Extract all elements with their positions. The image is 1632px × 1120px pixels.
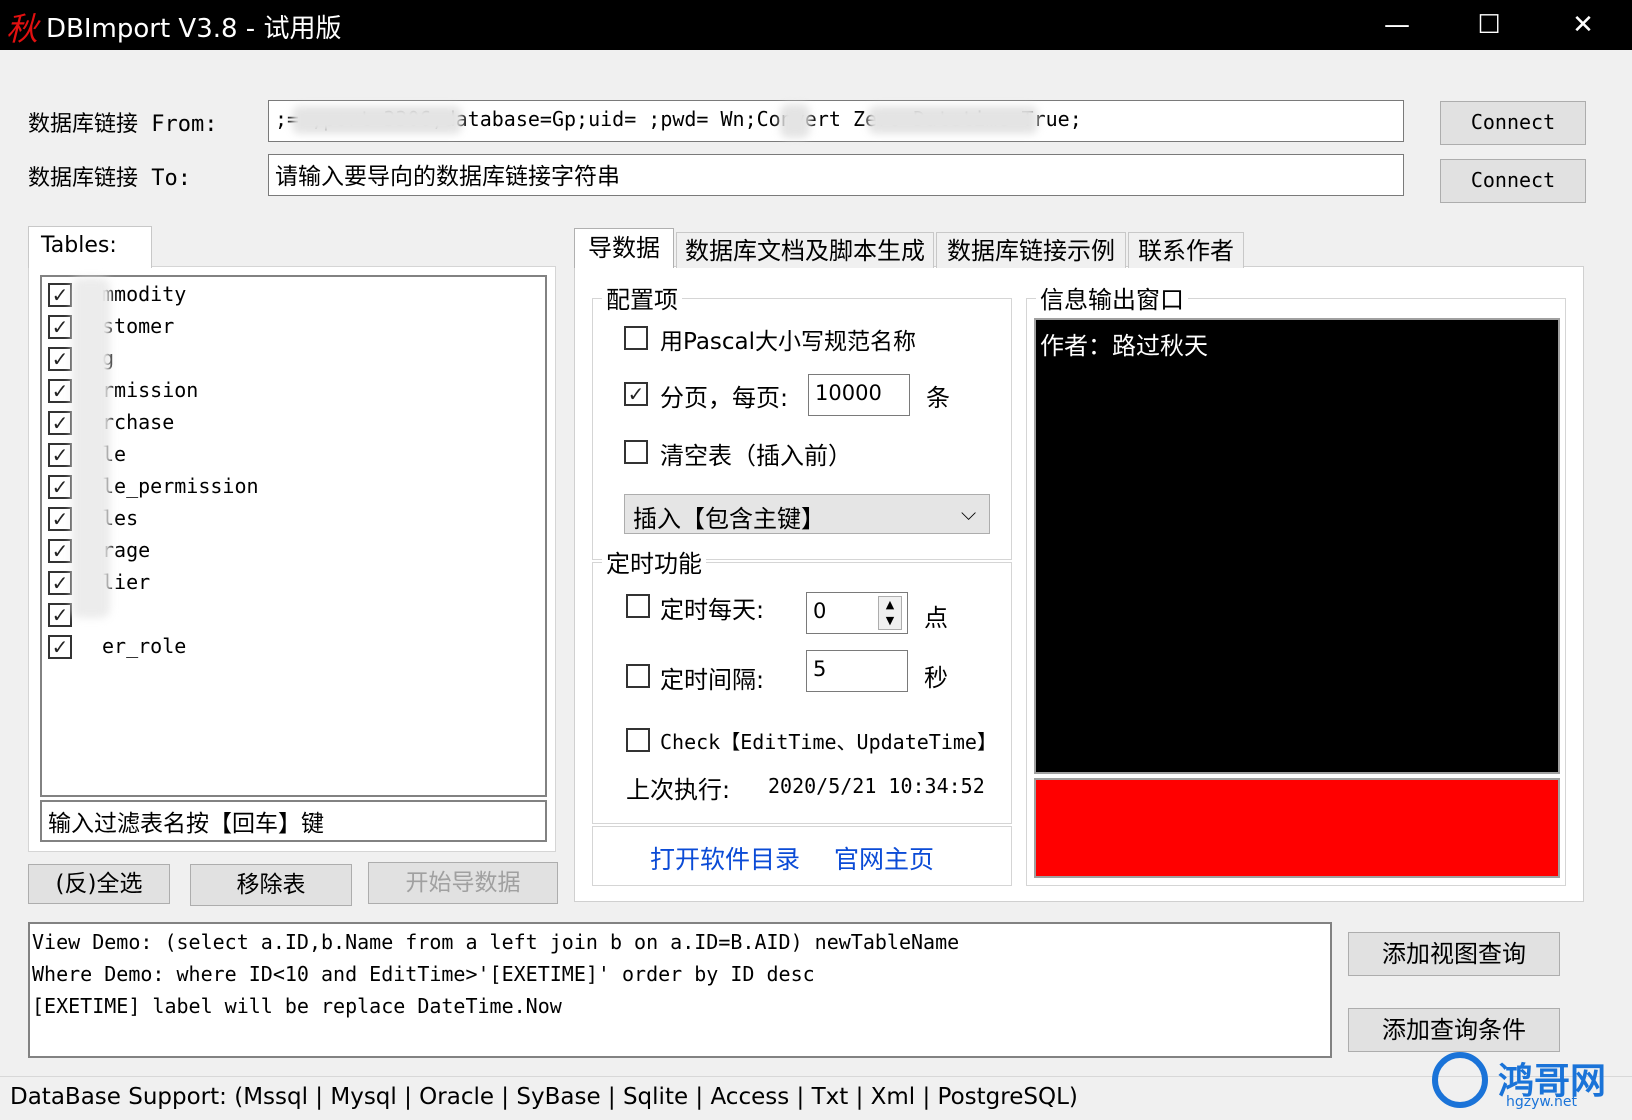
paging-label: 分页，每页:	[660, 384, 789, 412]
output-text: 作者：路过秋天	[1040, 332, 1208, 360]
table-name: er_role	[102, 634, 187, 658]
to-label: 数据库链接 To:	[28, 166, 191, 191]
table-checkbox[interactable]: ✓	[48, 507, 72, 531]
table-list[interactable]: ✓mmodity✓stomer✓g✓rmission✓rchase✓le✓le_…	[40, 275, 547, 797]
timer-group-title: 定时功能	[602, 544, 706, 579]
table-name: stomer	[102, 314, 175, 338]
table-checkbox[interactable]: ✓	[48, 539, 72, 563]
tab-import[interactable]: 导数据	[574, 228, 674, 268]
last-run-value: 2020/5/21 10:34:52	[768, 774, 985, 798]
table-checkbox[interactable]: ✓	[48, 603, 72, 627]
paging-checkbox[interactable]: ✓	[624, 382, 648, 406]
daily-hour-stepper[interactable]: ▲ ▼	[878, 596, 902, 630]
table-name: mmodity	[102, 282, 187, 306]
status-indicator	[1034, 778, 1560, 878]
app-logo-icon: 秋	[6, 10, 39, 48]
paging-size-input[interactable]: 10000	[808, 374, 910, 416]
tables-header: Tables:	[28, 226, 152, 268]
watermark-url: hgzyw.net	[1506, 1094, 1577, 1110]
to-connection-input[interactable]: 请输入要导向的数据库链接字符串	[268, 154, 1404, 196]
insert-mode-select[interactable]: 插入【包含主键】 ⌵	[624, 494, 990, 534]
daily-checkbox[interactable]	[626, 594, 650, 618]
add-query-condition-button[interactable]: 添加查询条件	[1348, 1008, 1560, 1052]
query-line-1: View Demo: (select a.ID,b.Name from a le…	[32, 930, 960, 954]
to-connect-button[interactable]: Connect	[1440, 159, 1586, 203]
window-title: DBImport V3.8 - 试用版	[46, 14, 342, 44]
truncate-label: 清空表（插入前）	[660, 442, 852, 470]
table-name: le_permission	[102, 474, 259, 498]
interval-label: 定时间隔:	[660, 666, 765, 694]
truncate-checkbox[interactable]	[624, 440, 648, 464]
tab-connection-examples[interactable]: 数据库链接示例	[936, 232, 1126, 268]
maximize-button[interactable]: ☐	[1444, 0, 1534, 50]
pascal-label: 用Pascal大小写规范名称	[660, 329, 917, 355]
query-line-3: [EXETIME] label will be replace DateTime…	[32, 994, 562, 1018]
start-import-button[interactable]: 开始导数据	[368, 862, 558, 904]
remove-table-button[interactable]: 移除表	[190, 864, 352, 906]
table-checkbox[interactable]: ✓	[48, 475, 72, 499]
query-line-2: Where Demo: where ID<10 and EditTime>'[E…	[32, 962, 815, 986]
watermark-logo-icon	[1432, 1052, 1488, 1108]
paging-unit: 条	[926, 384, 950, 412]
table-checkbox[interactable]: ✓	[48, 411, 72, 435]
interval-unit: 秒	[924, 664, 948, 692]
table-checkbox[interactable]: ✓	[48, 283, 72, 307]
check-edittime-label: Check【EditTime、UpdateTime】	[660, 730, 997, 754]
interval-seconds-input[interactable]: 5	[806, 650, 908, 692]
daily-label: 定时每天:	[660, 596, 765, 624]
interval-checkbox[interactable]	[626, 664, 650, 688]
table-checkbox[interactable]: ✓	[48, 443, 72, 467]
output-group-title: 信息输出窗口	[1036, 280, 1188, 315]
table-name: rchase	[102, 410, 175, 434]
table-name: rmission	[102, 378, 199, 402]
last-run-label: 上次执行:	[626, 776, 731, 804]
table-checkbox[interactable]: ✓	[48, 347, 72, 371]
close-button[interactable]: ✕	[1538, 0, 1628, 50]
tab-contact-author[interactable]: 联系作者	[1128, 232, 1244, 268]
add-view-query-button[interactable]: 添加视图查询	[1348, 932, 1560, 976]
database-support-text: DataBase Support: (Mssql | Mysql | Oracl…	[10, 1084, 1078, 1110]
tab-docs-scripts[interactable]: 数据库文档及脚本生成	[676, 232, 934, 268]
table-checkbox[interactable]: ✓	[48, 315, 72, 339]
daily-unit: 点	[924, 604, 948, 632]
check-edittime-checkbox[interactable]	[626, 728, 650, 752]
output-console: 作者：路过秋天	[1034, 318, 1560, 774]
config-group-title: 配置项	[602, 280, 682, 315]
select-all-button[interactable]: (反)全选	[28, 864, 170, 904]
from-connect-button[interactable]: Connect	[1440, 101, 1586, 145]
homepage-link[interactable]: 官网主页	[834, 840, 934, 876]
table-checkbox[interactable]: ✓	[48, 379, 72, 403]
table-filter-input[interactable]: 输入过滤表名按【回车】键	[40, 800, 547, 842]
minimize-button[interactable]: —	[1352, 0, 1442, 50]
open-directory-link[interactable]: 打开软件目录	[650, 840, 800, 876]
from-label: 数据库链接 From:	[28, 112, 218, 137]
table-checkbox[interactable]: ✓	[48, 635, 72, 659]
chevron-down-icon: ⌵	[961, 501, 977, 525]
insert-mode-value: 插入【包含主键】	[633, 505, 825, 533]
table-checkbox[interactable]: ✓	[48, 571, 72, 595]
pascal-checkbox[interactable]	[624, 326, 648, 350]
